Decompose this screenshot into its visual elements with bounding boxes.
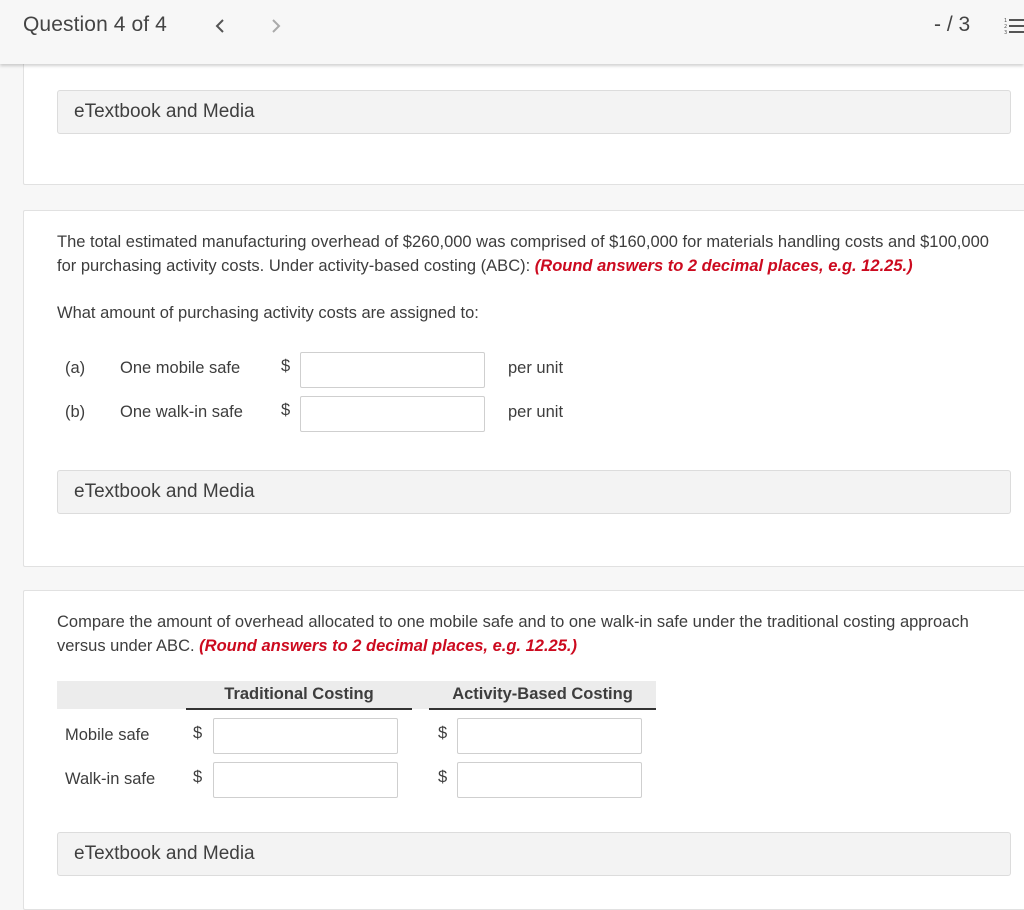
- table-row-mobile-safe: Mobile safe $ $: [57, 718, 657, 754]
- comparison-table-header: Traditional Costing Activity-Based Costi…: [57, 681, 656, 710]
- row-label: One walk-in safe: [120, 403, 243, 421]
- row-label: One mobile safe: [120, 359, 241, 377]
- question-header: Question 4 of 4 - / 3 1 2 3: [0, 0, 1024, 64]
- answer-row-b: (b) One walk-in safe $ per unit: [57, 396, 617, 432]
- walk-in-safe-abc-input[interactable]: [457, 762, 642, 798]
- part-card-3: Compare the amount of overhead allocated…: [23, 590, 1024, 910]
- part-card-2: The total estimated manufacturing overhe…: [23, 210, 1024, 567]
- unit-label: per unit: [508, 403, 564, 421]
- etextbook-media-link[interactable]: eTextbook and Media: [57, 832, 1011, 876]
- rounding-instruction: (Round answers to 2 decimal places, e.g.…: [534, 257, 913, 275]
- chevron-left-icon: [215, 19, 224, 33]
- row-label: Mobile safe: [65, 726, 150, 744]
- score-display: - / 3: [934, 13, 971, 36]
- numbered-list-icon: 1 2 3: [1004, 18, 1024, 36]
- problem-text: Compare the amount of overhead allocated…: [57, 610, 1007, 658]
- table-row-walk-in-safe: Walk-in safe $ $: [57, 762, 657, 798]
- mobile-safe-abc-input[interactable]: [457, 718, 642, 754]
- currency-symbol: $: [438, 768, 448, 786]
- previous-question-button[interactable]: [214, 12, 234, 35]
- column-header-abc: Activity-Based Costing: [429, 681, 656, 710]
- currency-symbol: $: [193, 768, 203, 786]
- mobile-safe-purchasing-cost-input[interactable]: [300, 352, 485, 388]
- question-list-button[interactable]: 1 2 3: [1004, 17, 1024, 37]
- row-letter: (a): [65, 359, 86, 377]
- next-question-button[interactable]: [270, 12, 290, 35]
- walk-in-safe-purchasing-cost-input[interactable]: [300, 396, 485, 432]
- row-label: Walk-in safe: [65, 770, 156, 788]
- currency-symbol: $: [193, 724, 203, 742]
- column-header-traditional: Traditional Costing: [186, 681, 412, 710]
- part-card-1: eTextbook and Media: [23, 54, 1024, 185]
- chevron-right-icon: [272, 19, 281, 33]
- currency-symbol: $: [281, 357, 291, 375]
- row-letter: (b): [65, 403, 86, 421]
- etextbook-media-link[interactable]: eTextbook and Media: [57, 470, 1011, 514]
- unit-label: per unit: [508, 359, 564, 377]
- question-content: eTextbook and Media The total estimated …: [0, 54, 1024, 910]
- etextbook-media-link[interactable]: eTextbook and Media: [57, 90, 1011, 134]
- question-counter: Question 4 of 4: [23, 13, 167, 36]
- sub-question: What amount of purchasing activity costs…: [57, 304, 479, 322]
- currency-symbol: $: [281, 401, 291, 419]
- currency-symbol: $: [438, 724, 448, 742]
- walk-in-safe-traditional-input[interactable]: [213, 762, 398, 798]
- svg-text:3: 3: [1004, 30, 1007, 36]
- mobile-safe-traditional-input[interactable]: [213, 718, 398, 754]
- problem-text: The total estimated manufacturing overhe…: [57, 230, 1007, 278]
- answer-row-a: (a) One mobile safe $ per unit: [57, 352, 617, 388]
- rounding-instruction: (Round answers to 2 decimal places, e.g.…: [199, 637, 577, 655]
